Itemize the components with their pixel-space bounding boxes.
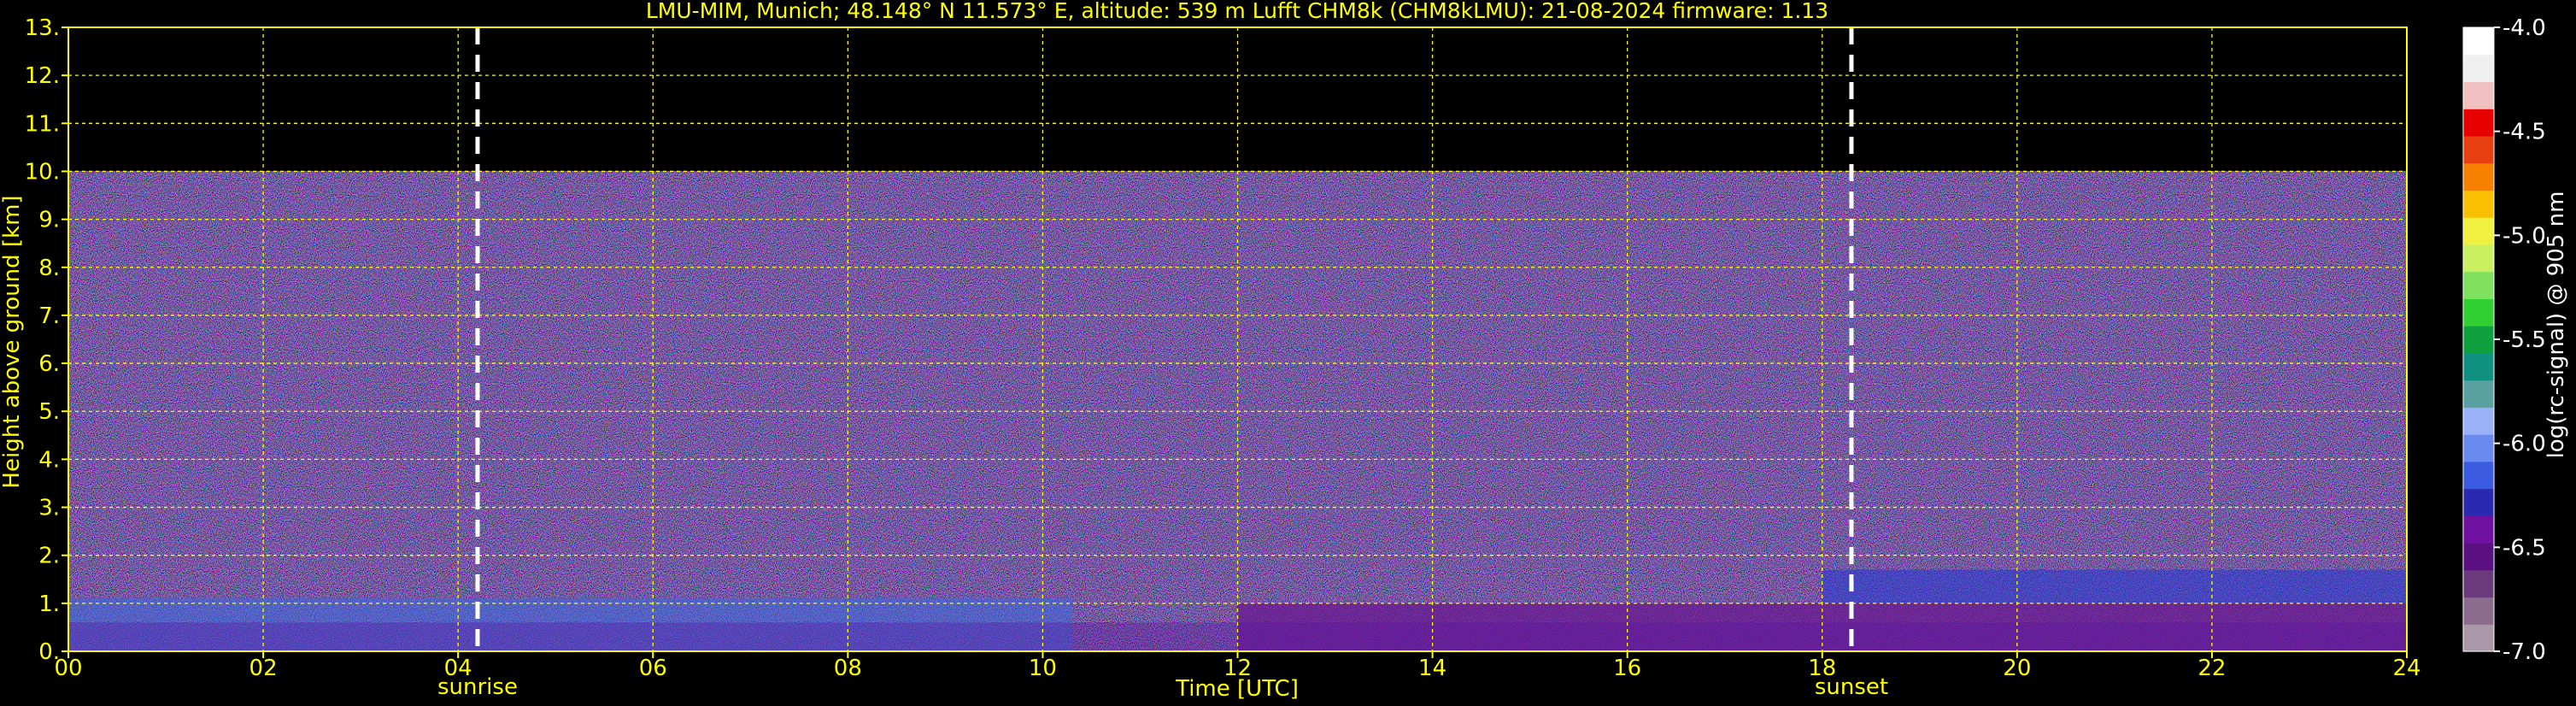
colorbar-segment bbox=[2463, 109, 2494, 137]
colorbar-segment bbox=[2463, 298, 2494, 327]
colorbar-segment bbox=[2463, 271, 2494, 299]
y-tick-label: 11. bbox=[25, 111, 60, 137]
colorbar-segment bbox=[2463, 135, 2494, 164]
residual-layer bbox=[1822, 569, 2407, 603]
colorbar-tick-label: -4.0 bbox=[2503, 15, 2546, 41]
x-tick-label: 06 bbox=[639, 656, 667, 681]
chart-title: LMU-MIM, Munich; 48.148° N 11.573° E, al… bbox=[646, 0, 1828, 23]
colorbar-segment bbox=[2463, 326, 2494, 354]
x-tick-label: 02 bbox=[249, 656, 278, 681]
x-tick-label: 22 bbox=[2198, 656, 2226, 681]
y-tick-label: 7. bbox=[38, 303, 60, 329]
x-tick-label: 18 bbox=[1808, 656, 1836, 681]
x-tick-label: 20 bbox=[2003, 656, 2031, 681]
colorbar-segment bbox=[2463, 162, 2494, 191]
colorbar-tick-label: -4.5 bbox=[2503, 120, 2546, 145]
colorbar-segment bbox=[2463, 624, 2494, 652]
colorbar-tick-label: -6.5 bbox=[2503, 535, 2546, 561]
x-tick-label: 04 bbox=[444, 656, 472, 681]
colorbar-segment bbox=[2463, 515, 2494, 544]
y-tick-label: 9. bbox=[38, 208, 60, 233]
x-tick-label: 14 bbox=[1418, 656, 1446, 681]
colorbar-segment bbox=[2463, 217, 2494, 245]
colorbar-tick-label: -5.5 bbox=[2503, 327, 2546, 353]
ceilometer-chart: sunrise sunset 00 02 04 06 08 10 12 14 16 18 20 22 24… bbox=[0, 0, 2576, 706]
y-tick-label: 1. bbox=[38, 591, 60, 617]
x-tick-label: 24 bbox=[2392, 656, 2421, 681]
y-tick-label: 6. bbox=[38, 351, 60, 377]
colorbar-tick-label: -5.0 bbox=[2503, 223, 2546, 249]
colorbar-segment bbox=[2463, 81, 2494, 109]
colorbar-segment bbox=[2463, 27, 2494, 56]
colorbar-label: log(rc-signal) @ 905 nm bbox=[2544, 191, 2569, 459]
colorbar-segment bbox=[2463, 379, 2494, 408]
y-tick-label: 0. bbox=[38, 639, 60, 665]
y-tick-label: 4. bbox=[38, 447, 60, 473]
colorbar-segment bbox=[2463, 244, 2494, 273]
x-tick-label: 16 bbox=[1613, 656, 1641, 681]
x-axis-label: Time [UTC] bbox=[1175, 676, 1299, 702]
colorbar-segment bbox=[2463, 434, 2494, 462]
colorbar-segment bbox=[2463, 54, 2494, 83]
colorbar-segment bbox=[2463, 543, 2494, 571]
x-tick-label: 10 bbox=[1029, 656, 1057, 681]
colorbar-segment bbox=[2463, 569, 2494, 598]
x-tick-label: 08 bbox=[834, 656, 862, 681]
y-tick-label: 8. bbox=[38, 256, 60, 281]
y-tick-label: 13. bbox=[25, 15, 60, 41]
y-tick-label: 2. bbox=[38, 544, 60, 569]
colorbar-tick-label: -7.0 bbox=[2503, 639, 2546, 665]
y-tick-label: 5. bbox=[38, 399, 60, 425]
y-tick-label: 3. bbox=[38, 496, 60, 521]
colorbar-segment bbox=[2463, 407, 2494, 435]
y-tick-label: 10. bbox=[25, 159, 60, 185]
colorbar-segment bbox=[2463, 597, 2494, 625]
colorbar-segment bbox=[2463, 461, 2494, 490]
colorbar-segment bbox=[2463, 488, 2494, 516]
colorbar-segment bbox=[2463, 352, 2494, 381]
colorbar-segment bbox=[2463, 190, 2494, 218]
y-tick-label: 12. bbox=[25, 63, 60, 89]
y-axis-label: Height above ground [km] bbox=[0, 195, 25, 488]
colorbar-tick-label: -6.0 bbox=[2503, 432, 2546, 457]
